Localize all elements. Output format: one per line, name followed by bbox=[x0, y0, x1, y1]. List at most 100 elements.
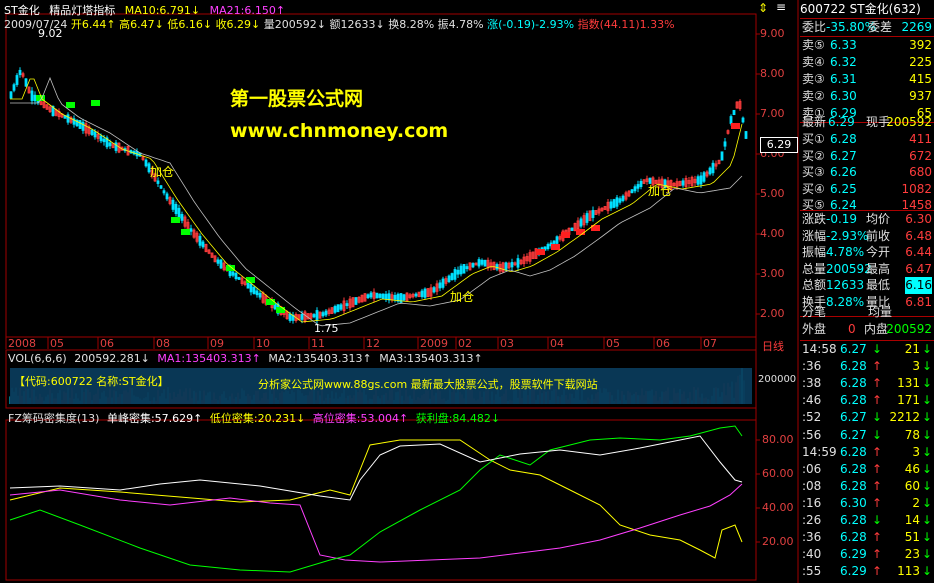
trade-price: 6.28 bbox=[840, 461, 867, 476]
trade-vol-icon: ↓ bbox=[921, 564, 932, 579]
x-axis-label: 03 bbox=[500, 337, 514, 350]
amount-value: 额12633↓ bbox=[329, 18, 385, 31]
ask-volume: 392 bbox=[909, 38, 932, 52]
stat-value: -2.93% bbox=[826, 228, 869, 243]
trade-row: :36 6.28 ↑ 3 ↓ bbox=[800, 358, 934, 375]
weicha-label: 委差 bbox=[868, 20, 893, 34]
trade-time: :08 bbox=[802, 478, 822, 493]
x-axis-label: 10 bbox=[256, 337, 270, 350]
bid-volume: 1082 bbox=[901, 181, 932, 196]
trade-volume: 78 bbox=[904, 427, 920, 442]
ask-row[interactable]: 卖⑤ 6.33 392 bbox=[800, 37, 934, 54]
trade-volume: 3 bbox=[912, 359, 920, 374]
chip-peak: 单峰密集:57.629↑ bbox=[106, 412, 203, 425]
trade-vol-icon: ↓ bbox=[921, 427, 932, 442]
price-axis-label: 7.00 bbox=[760, 107, 785, 120]
last-value: 6.29 bbox=[828, 115, 855, 129]
ask-price: 6.33 bbox=[830, 38, 857, 52]
weibi-label: 委比 bbox=[802, 20, 827, 34]
signal-add-3: 加仓 bbox=[648, 184, 673, 198]
close-value: 收6.29↓ bbox=[215, 18, 261, 31]
fenbi-row: 分笔 均量 bbox=[800, 304, 934, 321]
ask-price: 6.30 bbox=[830, 89, 857, 103]
trade-row: 14:58 6.27 ↓ 21 ↓ bbox=[800, 341, 934, 358]
stat-label: 均价 bbox=[866, 212, 891, 226]
trade-dir-icon: ↓ bbox=[872, 410, 883, 425]
bid-row[interactable]: 买③ 6.26 680 bbox=[800, 164, 934, 181]
bid-label: 买④ bbox=[802, 181, 825, 196]
period-label[interactable]: 日线 bbox=[762, 338, 784, 354]
scroll-arrows-icon[interactable]: ⇕ bbox=[758, 1, 768, 15]
trade-volume: 3 bbox=[912, 444, 920, 459]
trade-dir-icon: ↑ bbox=[872, 461, 883, 476]
stat-label: 涨跌 bbox=[802, 212, 827, 226]
stat-value: 12633 bbox=[826, 278, 865, 292]
quote-code-name: 600722 ST金化(632) bbox=[800, 2, 921, 16]
current-price-tag: 6.29 bbox=[760, 137, 798, 153]
trade-volume: 113 bbox=[897, 564, 920, 579]
stat-row: 涨跌 -0.19 均价 6.30 bbox=[800, 211, 934, 228]
stat-label: 总额 bbox=[802, 278, 827, 292]
trade-time: 14:58 bbox=[802, 342, 837, 356]
trade-price: 6.27 bbox=[840, 410, 867, 425]
trade-volume: 171 bbox=[897, 393, 920, 408]
bid-row[interactable]: 买④ 6.25 1082 bbox=[800, 181, 934, 198]
x-axis-label: 05 bbox=[606, 337, 620, 350]
price-axis-label: 9.00 bbox=[760, 27, 785, 40]
junliang-label: 均量 bbox=[868, 305, 893, 319]
ask-label: 卖⑤ bbox=[802, 38, 825, 52]
index-value: 指数(44.11)1.33% bbox=[577, 18, 675, 31]
banner-code: 【代码:600722 名称:ST金化】 bbox=[14, 375, 169, 388]
menu-icon[interactable]: ≡ bbox=[776, 0, 786, 14]
ask-row[interactable]: 卖④ 6.32 225 bbox=[800, 54, 934, 71]
stat-value: 200592 bbox=[826, 261, 872, 276]
vol-y-label: 200000 bbox=[758, 374, 797, 385]
candlestick-series bbox=[9, 67, 748, 324]
chip-lines bbox=[9, 425, 743, 573]
ask-row[interactable]: 卖② 6.30 937 bbox=[800, 88, 934, 105]
trade-row: :08 6.28 ↑ 60 ↓ bbox=[800, 478, 934, 495]
stat-value: 4.78% bbox=[826, 245, 865, 259]
trade-row: 14:59 6.28 ↑ 3 ↓ bbox=[800, 444, 934, 461]
trade-vol-icon: ↓ bbox=[921, 444, 932, 459]
ask-price: 6.31 bbox=[830, 72, 857, 86]
trade-dir-icon: ↑ bbox=[872, 359, 883, 374]
stat-row: 涨幅 -2.93% 前收 6.48 bbox=[800, 228, 934, 245]
stat-label: 最低 bbox=[866, 278, 891, 292]
trade-vol-icon: ↓ bbox=[921, 478, 932, 493]
trade-vol-icon: ↓ bbox=[921, 547, 932, 562]
bid-row[interactable]: 买② 6.27 672 bbox=[800, 148, 934, 165]
chip-header: FZ筹码密集度(13) 单峰密集:57.629↑ 低位密集:20.231↓ 高位… bbox=[8, 410, 500, 426]
weicha-value: 2269 bbox=[901, 20, 932, 34]
ask-row[interactable]: 卖③ 6.31 415 bbox=[800, 71, 934, 88]
quote-panel: 600722 ST金化(632) 委比 -35.80% 委差 2269 卖⑤ 6.… bbox=[800, 0, 934, 583]
x-axis-label: 11 bbox=[311, 337, 325, 350]
trade-volume: 46 bbox=[904, 461, 920, 476]
neipan-label: 内盘 bbox=[864, 322, 889, 336]
trade-row: :38 6.28 ↑ 131 ↓ bbox=[800, 375, 934, 392]
vol-value: 200592.281↓ bbox=[74, 352, 150, 365]
trade-volume: 51 bbox=[904, 530, 920, 545]
x-axis-label: 2008 bbox=[8, 337, 36, 350]
trade-row: :26 6.28 ↓ 14 ↓ bbox=[800, 512, 934, 529]
banner-ad: 分析家公式网www.88gs.com 最新最大股票公式，股票软件下载网站 bbox=[258, 378, 598, 391]
vol-ma2: MA2:135403.313↑ bbox=[268, 352, 372, 365]
trade-price: 6.28 bbox=[840, 444, 867, 459]
chip-profit: 获利盘:84.482↓ bbox=[415, 412, 501, 425]
fenbi-label[interactable]: 分笔 bbox=[802, 304, 826, 321]
trade-time: :40 bbox=[802, 547, 822, 562]
trade-row: :36 6.28 ↑ 51 ↓ bbox=[800, 529, 934, 546]
watermark-url: www.chnmoney.com bbox=[230, 120, 449, 142]
stat-label: 今开 bbox=[866, 245, 891, 259]
bid-volume: 672 bbox=[909, 148, 932, 163]
neipan-value: 200592 bbox=[886, 322, 932, 336]
chip-axis-label: 40.00 bbox=[762, 501, 794, 514]
x-axis-label: 06 bbox=[656, 337, 670, 350]
bid-row[interactable]: 买① 6.28 411 bbox=[800, 131, 934, 148]
price-axis-label: 5.00 bbox=[760, 187, 785, 200]
ask-volume: 415 bbox=[909, 72, 932, 86]
x-axis-label: 09 bbox=[210, 337, 224, 350]
trade-dir-icon: ↑ bbox=[872, 547, 883, 562]
trade-price: 6.28 bbox=[840, 478, 867, 493]
x-axis-label: 02 bbox=[458, 337, 472, 350]
